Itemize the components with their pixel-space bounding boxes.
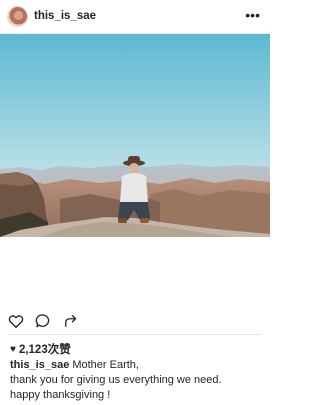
grand-canyon-photo [0,34,270,237]
post-photo[interactable] [0,34,270,237]
comment-bubble-icon[interactable] [34,312,52,330]
divider [8,334,262,335]
likes-count[interactable]: ♥ 2,123次赞 [10,341,71,357]
more-options-icon[interactable]: ••• [245,7,260,23]
heart-filled-icon: ♥ [10,343,16,355]
post-caption: this_is_sae Mother Earth, thank you for g… [10,358,262,403]
likes-text: 2,123次赞 [18,344,71,356]
heart-outline-icon[interactable] [7,312,25,330]
share-arrow-icon[interactable] [62,312,80,330]
caption-line-3: happy thanksgiving ! [10,389,111,401]
caption-line-2: thank you for giving us everything we ne… [10,374,222,386]
action-bar [0,306,270,334]
username-link[interactable]: this_is_sae [34,10,96,22]
caption-line-1: Mother Earth, [72,359,139,371]
avatar[interactable] [7,6,28,27]
post-header: this_is_sae ••• [0,0,270,34]
caption-username[interactable]: this_is_sae [10,359,69,371]
